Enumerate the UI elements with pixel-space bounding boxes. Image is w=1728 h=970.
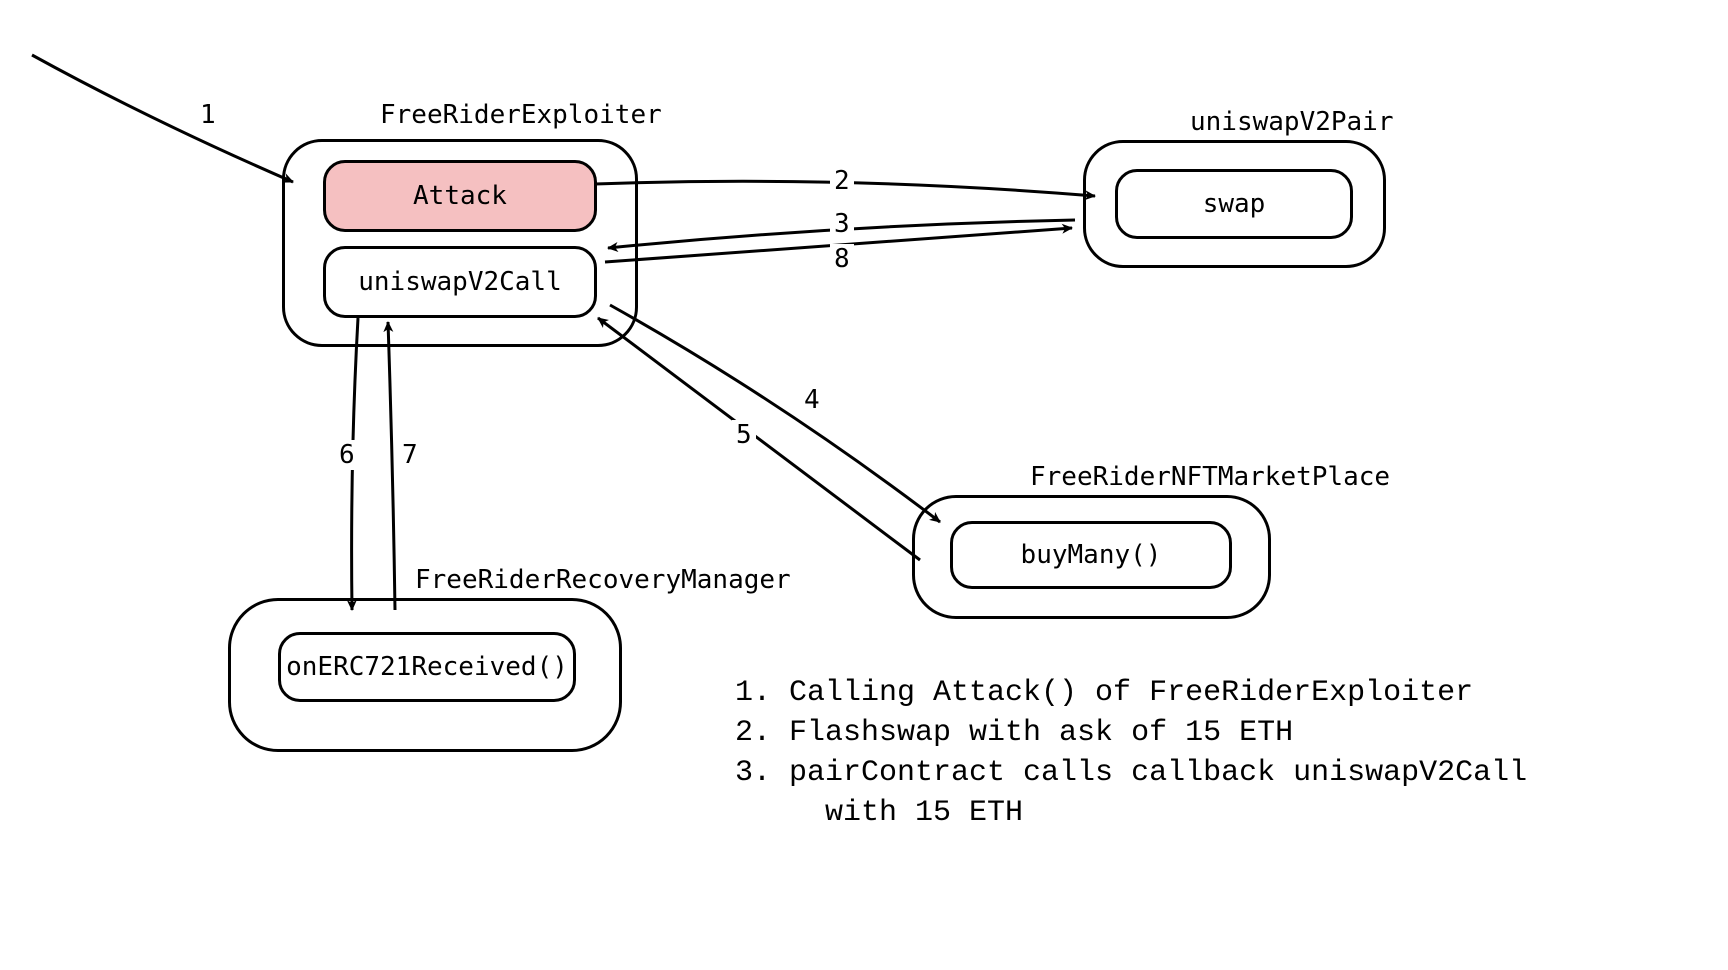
edge-label-7: 7 [398, 440, 422, 470]
pair-title: uniswapV2Pair [1190, 107, 1394, 137]
uniswapv2call-box: uniswapV2Call [323, 246, 597, 318]
legend-line-1: 1. Calling Attack() of FreeRiderExploite… [735, 675, 1473, 713]
buymany-box: buyMany() [950, 521, 1232, 589]
edge-label-4: 4 [800, 385, 824, 415]
onerc721received-box: onERC721Received() [278, 632, 576, 702]
exploiter-title: FreeRiderExploiter [380, 100, 662, 130]
diagram-stage: FreeRiderExploiter Attack uniswapV2Call … [0, 0, 1728, 970]
edge-label-1: 1 [196, 100, 220, 130]
buymany-label: buyMany() [1021, 540, 1162, 570]
attack-label: Attack [413, 181, 507, 211]
swap-box: swap [1115, 169, 1353, 239]
legend-line-3b: with 15 ETH [735, 795, 1023, 833]
edge-label-8: 8 [830, 244, 854, 274]
legend-line-3: 3. pairContract calls callback uniswapV2… [735, 755, 1527, 793]
swap-label: swap [1203, 189, 1266, 219]
recovery-title: FreeRiderRecoveryManager [415, 565, 791, 595]
marketplace-title: FreeRiderNFTMarketPlace [1030, 462, 1390, 492]
onerc721received-label: onERC721Received() [286, 652, 568, 682]
edge-label-2: 2 [830, 166, 854, 196]
edge-label-3: 3 [830, 209, 854, 239]
edge-label-5: 5 [732, 420, 756, 450]
uniswapv2call-label: uniswapV2Call [358, 267, 562, 297]
legend-line-2: 2. Flashswap with ask of 15 ETH [735, 715, 1293, 753]
edge-label-6: 6 [335, 440, 359, 470]
attack-box: Attack [323, 160, 597, 232]
